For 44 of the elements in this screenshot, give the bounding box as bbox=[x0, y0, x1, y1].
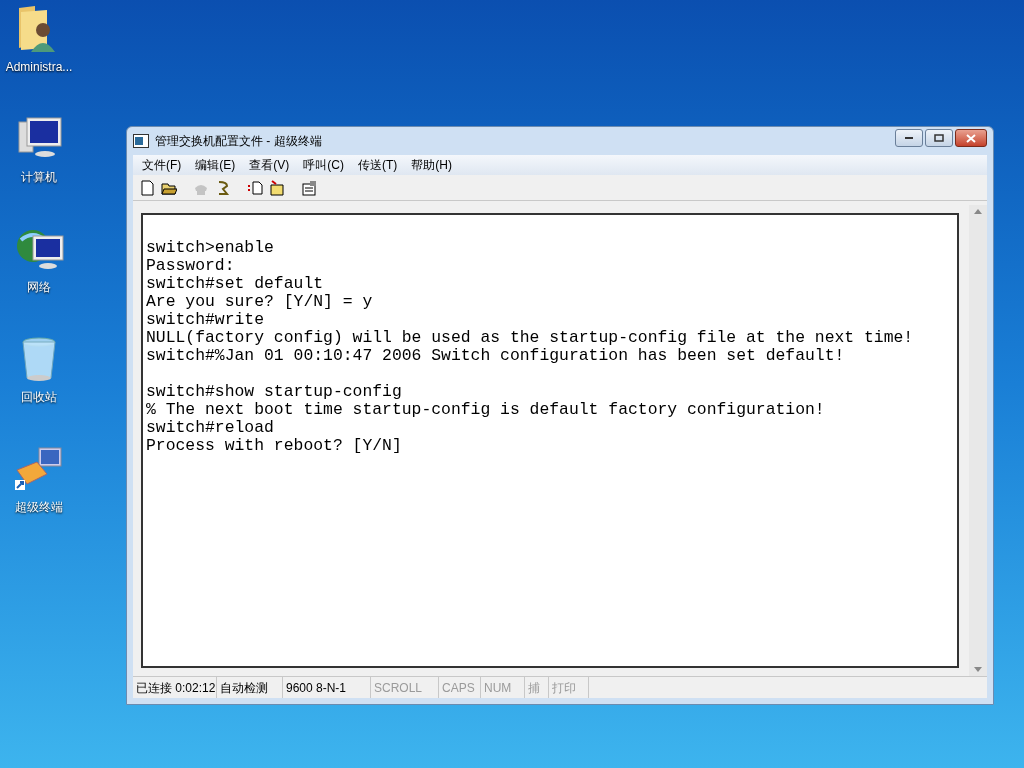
scroll-down-arrow-icon[interactable] bbox=[974, 667, 982, 672]
receive-file-icon[interactable] bbox=[269, 179, 285, 196]
desktop-icon-label[interactable]: Administra... bbox=[5, 58, 73, 76]
desktop-icon-label[interactable]: 计算机 bbox=[21, 168, 57, 186]
terminal-line: switch#%Jan 01 00:10:47 2006 Switch configuration has been set default! bbox=[146, 347, 846, 365]
status-bar-field: 捕 bbox=[525, 677, 549, 698]
terminal-app-icon bbox=[133, 134, 149, 148]
menu-item[interactable]: 文件(F) bbox=[141, 156, 183, 174]
menu-item[interactable]: 编辑(E) bbox=[194, 156, 237, 174]
terminal-line: % The next boot time startup-config is default factory configuration! bbox=[146, 401, 826, 419]
minimize-button[interactable] bbox=[895, 129, 923, 147]
terminal-line: Password: bbox=[146, 257, 236, 275]
terminal-line: Are you sure? [Y/N] = y bbox=[146, 293, 374, 311]
terminal-line: NULL(factory config) will be used as the startup-config file at the next time! bbox=[146, 329, 915, 347]
status-bar-field: 9600 8-N-1 bbox=[283, 677, 371, 698]
terminal-line: switch#show startup-config bbox=[146, 383, 403, 401]
terminal-line: switch#write bbox=[146, 311, 266, 329]
status-bar-field: 自动检测 bbox=[217, 677, 283, 698]
terminal-line: Process with reboot? [Y/N] bbox=[146, 437, 403, 455]
status-bar-field: CAPS bbox=[439, 677, 481, 698]
terminal-line: switch#set default bbox=[146, 275, 325, 293]
terminal-line: switch>enable bbox=[146, 239, 275, 257]
desktop-icon-label[interactable]: 网络 bbox=[27, 278, 51, 296]
desktop-icon-label[interactable]: 回收站 bbox=[21, 388, 57, 406]
status-bar-field: 已连接 0:02:12 bbox=[133, 677, 217, 698]
maximize-icon bbox=[934, 134, 944, 142]
menu-item[interactable]: 查看(V) bbox=[248, 156, 291, 174]
minimize-icon bbox=[904, 136, 914, 140]
terminal-line: switch#reload bbox=[146, 419, 275, 437]
window-title: 管理交换机配置文件 - 超级终端 bbox=[155, 133, 322, 150]
scroll-up-arrow-icon[interactable] bbox=[974, 209, 982, 214]
close-icon bbox=[966, 133, 976, 143]
maximize-button[interactable] bbox=[925, 129, 953, 147]
menu-item[interactable]: 传送(T) bbox=[357, 156, 399, 174]
status-bar-field: 打印 bbox=[549, 677, 589, 698]
menu-item[interactable]: 帮助(H) bbox=[410, 156, 453, 174]
menu-item[interactable]: 呼叫(C) bbox=[302, 156, 345, 174]
vertical-scrollbar[interactable] bbox=[969, 205, 987, 676]
status-bar-field: NUM bbox=[481, 677, 525, 698]
close-button[interactable] bbox=[955, 129, 987, 147]
status-bar-field: SCROLL bbox=[371, 677, 439, 698]
properties-icon[interactable] bbox=[301, 179, 317, 196]
new-document-icon[interactable] bbox=[139, 179, 155, 196]
send-file-icon[interactable] bbox=[247, 179, 263, 196]
